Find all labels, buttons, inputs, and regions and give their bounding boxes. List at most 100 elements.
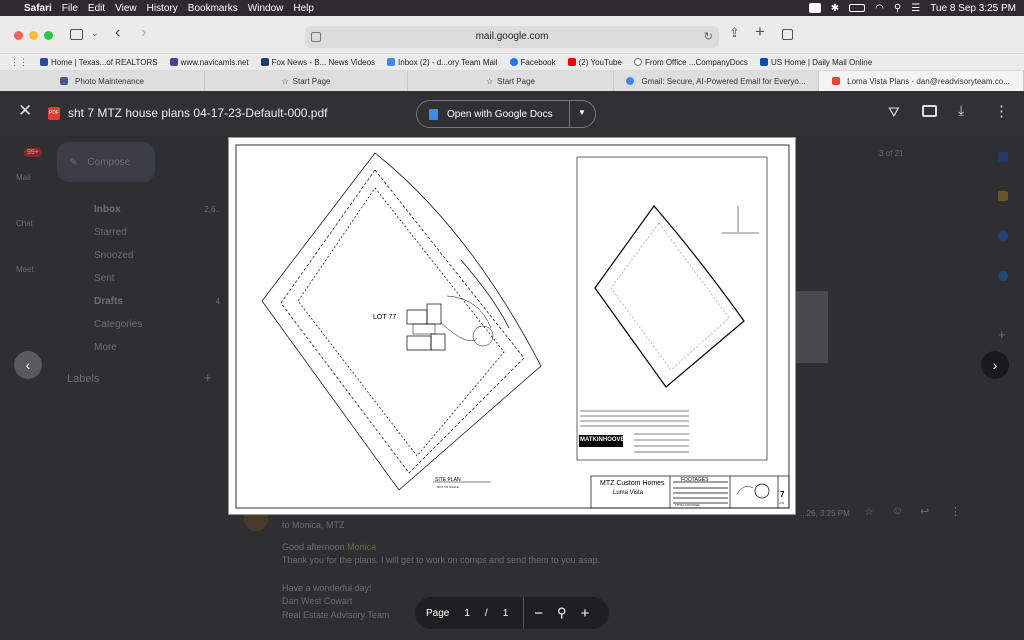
tab-overview-icon[interactable] <box>782 29 793 40</box>
email-recipients: to Monica, MTZ <box>282 520 345 530</box>
bookmark-navicamls[interactable]: www.navicamls.net <box>169 58 249 67</box>
chevron-left-icon: ‹ <box>25 357 31 373</box>
rail-mail[interactable]: Mail <box>16 173 31 182</box>
google-icon <box>387 58 396 66</box>
side-panel-keep-icon[interactable] <box>998 191 1008 201</box>
compass-icon <box>633 58 642 66</box>
new-tab-button[interactable]: + <box>755 22 765 42</box>
community-name: Luma Vista <box>613 490 643 496</box>
site-plan-title: SITE PLAN <box>435 477 461 483</box>
zoom-in-button[interactable]: + <box>581 605 590 622</box>
engineer-logo: MATKINHOOVER <box>580 437 629 443</box>
zoom-out-button[interactable]: − <box>534 605 543 622</box>
more-options-icon[interactable]: ⋮ <box>994 102 1009 120</box>
download-icon[interactable]: ⤓ <box>958 102 964 119</box>
add-to-drive-icon[interactable]: ⛛ <box>888 104 900 121</box>
address-text: mail.google.com <box>475 31 549 42</box>
control-center-icon[interactable]: ☰ <box>911 3 920 14</box>
page-settings-icon[interactable] <box>311 32 321 42</box>
previous-file-button[interactable]: ‹ <box>14 351 42 379</box>
nav-starred[interactable]: Starred <box>70 221 220 244</box>
zoom-window-button[interactable] <box>44 31 53 40</box>
google-docs-icon <box>429 108 438 120</box>
bookmark-realtors[interactable]: Home | Texas...of REALTORS <box>40 58 158 67</box>
spotlight-search-icon[interactable]: ⚲ <box>894 3 901 14</box>
photo-icon <box>60 77 69 85</box>
bookmark-youtube[interactable]: (2) YouTube <box>567 58 622 67</box>
bookmark-office-docs[interactable]: From Office ...CompanyDocs <box>633 58 748 67</box>
menu-app-name[interactable]: Safari <box>24 3 52 14</box>
menu-history[interactable]: History <box>147 3 178 14</box>
attachment-thumbnail[interactable] <box>796 291 828 363</box>
nav-inbox[interactable]: Inbox 2,6.. <box>70 198 220 221</box>
more-icon[interactable]: ⋮ <box>950 505 961 518</box>
tab-photo-maintenance[interactable]: Photo Maintenance <box>0 71 205 91</box>
bookmark-facebook[interactable]: Facebook <box>509 58 556 67</box>
nav-drafts[interactable]: Drafts 4 <box>70 290 220 313</box>
zoom-icon[interactable]: ⚲ <box>557 605 567 621</box>
sidebar-toggle-icon[interactable] <box>70 29 83 40</box>
nav-sent[interactable]: Sent <box>70 267 220 290</box>
bookmark-fox-news[interactable]: Fox News - B... News Videos <box>260 58 375 67</box>
nav-more[interactable]: More <box>70 336 220 359</box>
tab-gmail[interactable]: Gmail: Secure, AI-Powered Email for Ever… <box>614 71 819 91</box>
bookmarks-bar: ⋮⋮ Home | Texas...of REALTORS www.navica… <box>0 54 1024 71</box>
tab-start-page-2[interactable]: ☆ Start Page <box>408 71 614 91</box>
screen-mirror-icon[interactable] <box>808 3 821 13</box>
divider <box>523 597 525 629</box>
minimize-window-button[interactable] <box>29 31 38 40</box>
apps-grid-icon[interactable]: ⋮⋮ <box>10 57 28 68</box>
menu-edit[interactable]: Edit <box>88 3 105 14</box>
tab-loma-vista-plans[interactable]: Loma Vista Plans - dan@readvisoryteam.co… <box>819 71 1024 91</box>
menu-help[interactable]: Help <box>293 3 314 14</box>
menu-file[interactable]: File <box>62 3 78 14</box>
compose-button[interactable]: ✎ Compose <box>57 142 155 182</box>
greeting-name: Monica <box>347 541 377 552</box>
rail-chat[interactable]: Chat <box>16 219 33 228</box>
address-bar[interactable]: mail.google.com ↻ <box>305 26 719 48</box>
divider <box>569 101 570 127</box>
chevron-down-icon[interactable]: ⌄ <box>91 28 99 39</box>
pdf-viewer-bar: ✕ PDF sht 7 MTZ house plans 04-17-23-Def… <box>0 91 1024 135</box>
page-separator: / <box>484 607 488 619</box>
menu-window[interactable]: Window <box>248 3 284 14</box>
scale-note: NOT TO SCALE <box>437 485 459 489</box>
battery-icon[interactable] <box>849 4 866 12</box>
menu-view[interactable]: View <box>115 3 137 14</box>
safari-toolbar: ⌄ ‹ › mail.google.com ↻ ⇪ + <box>0 16 1024 54</box>
menu-bookmarks[interactable]: Bookmarks <box>188 3 238 14</box>
print-icon[interactable] <box>922 105 937 117</box>
tab-start-page-1[interactable]: ☆ Start Page <box>205 71 408 91</box>
side-panel-calendar-icon[interactable] <box>998 152 1008 162</box>
star-icon[interactable]: ☆ <box>864 505 874 518</box>
add-label-button[interactable]: + <box>204 370 212 385</box>
nav-categories[interactable]: Categories <box>70 313 220 336</box>
share-icon[interactable]: ⇪ <box>729 25 740 41</box>
emoji-icon[interactable]: ☺ <box>892 505 903 517</box>
dropdown-icon[interactable]: ▼ <box>578 108 586 117</box>
add-addon-button[interactable]: + <box>998 327 1006 342</box>
wifi-icon[interactable]: ◠ <box>875 3 884 14</box>
open-with-google-docs-button[interactable]: Open with Google Docs ▼ <box>416 100 596 128</box>
next-file-button[interactable]: › <box>981 351 1009 379</box>
side-panel-contacts-icon[interactable] <box>998 271 1008 281</box>
bookmark-daily-mail[interactable]: US Home | Daily Mail Online <box>759 58 872 67</box>
message-pager: 3 of 21 <box>879 149 904 158</box>
close-icon[interactable]: ✕ <box>18 101 32 121</box>
bluetooth-icon[interactable]: ✱ <box>831 3 839 14</box>
realtors-icon <box>40 58 48 66</box>
back-button[interactable]: ‹ <box>115 24 120 42</box>
side-panel-tasks-icon[interactable] <box>998 231 1008 241</box>
bookmark-inbox[interactable]: Inbox (2) - d...ory Team Mail <box>387 58 498 67</box>
macos-menu-bar: Safari File Edit View History Bookmarks … <box>0 0 1024 16</box>
page-input[interactable]: 1 <box>464 608 470 619</box>
reply-icon[interactable]: ↩ <box>920 505 929 518</box>
rail-meet[interactable]: Meet <box>16 265 34 274</box>
reload-icon[interactable]: ↻ <box>704 26 713 48</box>
clock[interactable]: Tue 8 Sep 3:25 PM <box>930 3 1016 14</box>
close-window-button[interactable] <box>14 31 23 40</box>
forward-button[interactable]: › <box>141 24 146 42</box>
google-icon <box>626 77 635 85</box>
fox-news-icon <box>260 58 269 66</box>
nav-snoozed[interactable]: Snoozed <box>70 244 220 267</box>
